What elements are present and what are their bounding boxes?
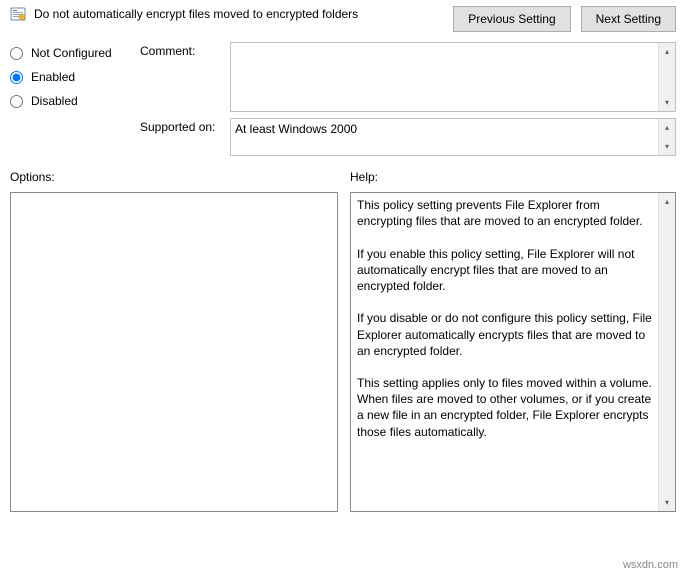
options-label: Options: (10, 164, 338, 188)
policy-title: Do not automatically encrypt files moved… (34, 7, 358, 21)
radio-disabled-input[interactable] (10, 95, 23, 108)
previous-setting-button[interactable]: Previous Setting (453, 6, 570, 32)
options-panel (10, 192, 338, 512)
help-text: This policy setting prevents File Explor… (351, 193, 658, 511)
supported-on-value: At least Windows 2000 (231, 119, 658, 155)
scroll-down-icon[interactable]: ▾ (659, 494, 675, 511)
scroll-up-icon[interactable]: ▴ (659, 193, 675, 210)
state-radio-group: Not Configured Enabled Disabled (10, 42, 120, 156)
radio-enabled-input[interactable] (10, 71, 23, 84)
watermark: wsxdn.com (623, 559, 678, 571)
comment-scrollbar[interactable]: ▴ ▾ (658, 43, 675, 111)
help-scrollbar[interactable]: ▴ ▾ (658, 193, 675, 511)
scroll-down-icon[interactable]: ▾ (659, 138, 675, 155)
radio-not-configured-label: Not Configured (31, 46, 112, 60)
radio-disabled[interactable]: Disabled (10, 94, 120, 108)
comment-label: Comment: (140, 42, 222, 58)
radio-enabled-label: Enabled (31, 70, 75, 84)
help-label: Help: (350, 164, 676, 188)
supported-scrollbar[interactable]: ▴ ▾ (658, 119, 675, 155)
supported-on-label: Supported on: (140, 118, 222, 134)
scroll-up-icon[interactable]: ▴ (659, 43, 675, 60)
scroll-down-icon[interactable]: ▾ (659, 94, 675, 111)
radio-enabled[interactable]: Enabled (10, 70, 120, 84)
policy-icon (10, 6, 26, 22)
radio-disabled-label: Disabled (31, 94, 78, 108)
comment-textarea[interactable] (231, 43, 658, 111)
radio-not-configured-input[interactable] (10, 47, 23, 60)
radio-not-configured[interactable]: Not Configured (10, 46, 120, 60)
scroll-up-icon[interactable]: ▴ (659, 119, 675, 136)
next-setting-button[interactable]: Next Setting (581, 6, 676, 32)
